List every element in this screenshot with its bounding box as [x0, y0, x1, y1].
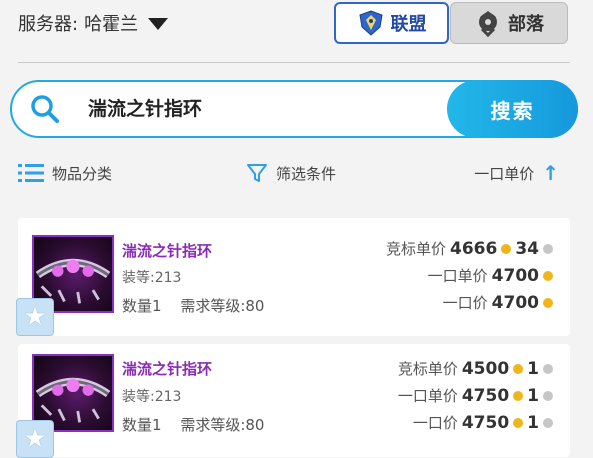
category-filter[interactable]: 物品分类 — [18, 160, 112, 186]
sort-up-arrow-icon: ↑ — [542, 161, 559, 185]
favorite-star-button[interactable]: ★ — [16, 298, 54, 336]
silver-coin-icon — [543, 243, 553, 254]
server-label: 服务器: — [18, 14, 79, 35]
item-name[interactable]: 湍流之针指环 — [122, 358, 212, 379]
bid-gold-amount: 4500 — [461, 358, 510, 379]
filter-label: 筛选条件 — [276, 164, 337, 183]
buyout-unit-price: 一口单价 4700 — [428, 265, 553, 286]
item-level: 装等:213 — [122, 270, 182, 286]
buyout-price: 一口价 4750 1 — [413, 412, 553, 433]
gold-coin-icon — [513, 363, 524, 374]
header-divider — [18, 62, 570, 63]
search-input[interactable] — [88, 92, 428, 126]
bid-price-label: 竞标单价 — [397, 360, 458, 378]
buyout-unit-label: 一口单价 — [397, 387, 458, 405]
list-icon — [18, 164, 44, 182]
alliance-button[interactable]: 联盟 — [334, 2, 449, 44]
funnel-icon — [247, 164, 267, 182]
item-quantity-level: 数量1 需求等级:80 — [122, 295, 264, 316]
horde-crest-icon — [479, 11, 497, 37]
buyout-unit-silver-amount: 1 — [527, 385, 539, 406]
bid-price-label: 竞标单价 — [385, 240, 446, 258]
gold-coin-icon — [501, 243, 512, 254]
search-icon — [31, 95, 59, 123]
buyout-label: 一口价 — [412, 414, 458, 432]
horde-label: 部落 — [508, 14, 544, 35]
bid-price: 竞标单价 4666 34 — [386, 238, 553, 259]
gold-coin-icon — [543, 270, 553, 281]
dropdown-caret-icon — [148, 18, 169, 30]
silver-coin-icon — [543, 417, 553, 428]
gold-coin-icon — [543, 297, 553, 308]
alliance-crest-icon — [358, 10, 383, 36]
item-level: 装等:213 — [122, 389, 182, 405]
gold-coin-icon — [513, 390, 524, 401]
bid-silver-amount: 1 — [527, 358, 539, 379]
buyout-price: 一口价 4700 — [443, 292, 553, 313]
gold-coin-icon — [513, 417, 524, 428]
favorite-star-button[interactable]: ★ — [16, 420, 54, 458]
category-label: 物品分类 — [52, 164, 113, 183]
sort-toggle[interactable]: 一口单价 ↑ — [474, 160, 559, 186]
filter-conditions[interactable]: 筛选条件 — [246, 160, 336, 186]
buyout-gold-amount: 4750 — [461, 412, 510, 433]
buyout-unit-gold-amount: 4700 — [491, 265, 539, 286]
star-icon: ★ — [23, 424, 47, 454]
alliance-label: 联盟 — [390, 14, 427, 35]
silver-coin-icon — [543, 390, 553, 401]
buyout-silver-amount: 1 — [527, 412, 539, 433]
required-level: 需求等级:80 — [180, 297, 265, 315]
bid-silver-amount: 34 — [515, 238, 539, 259]
item-quantity: 数量1 — [122, 416, 162, 434]
silver-coin-icon — [543, 363, 553, 374]
buyout-unit-price: 一口单价 4750 1 — [398, 385, 553, 406]
server-selector[interactable]: 服务器: 哈霍兰 — [18, 8, 169, 38]
buyout-gold-amount: 4700 — [491, 292, 539, 313]
ring-item-icon — [35, 377, 111, 423]
buyout-unit-label: 一口单价 — [427, 267, 488, 285]
item-quantity: 数量1 — [122, 297, 162, 315]
item-name[interactable]: 湍流之针指环 — [122, 240, 212, 261]
horde-button[interactable]: 部落 — [450, 2, 568, 44]
server-value: 哈霍兰 — [84, 14, 139, 35]
sort-label: 一口单价 — [474, 164, 535, 183]
bid-gold-amount: 4666 — [450, 238, 498, 259]
required-level: 需求等级:80 — [180, 416, 265, 434]
buyout-unit-gold-amount: 4750 — [461, 385, 510, 406]
item-quantity-level: 数量1 需求等级:80 — [122, 414, 264, 435]
search-button[interactable]: 搜索 — [447, 80, 578, 138]
star-icon: ★ — [23, 302, 47, 332]
buyout-label: 一口价 — [442, 294, 488, 312]
bid-price: 竞标单价 4500 1 — [398, 358, 553, 379]
